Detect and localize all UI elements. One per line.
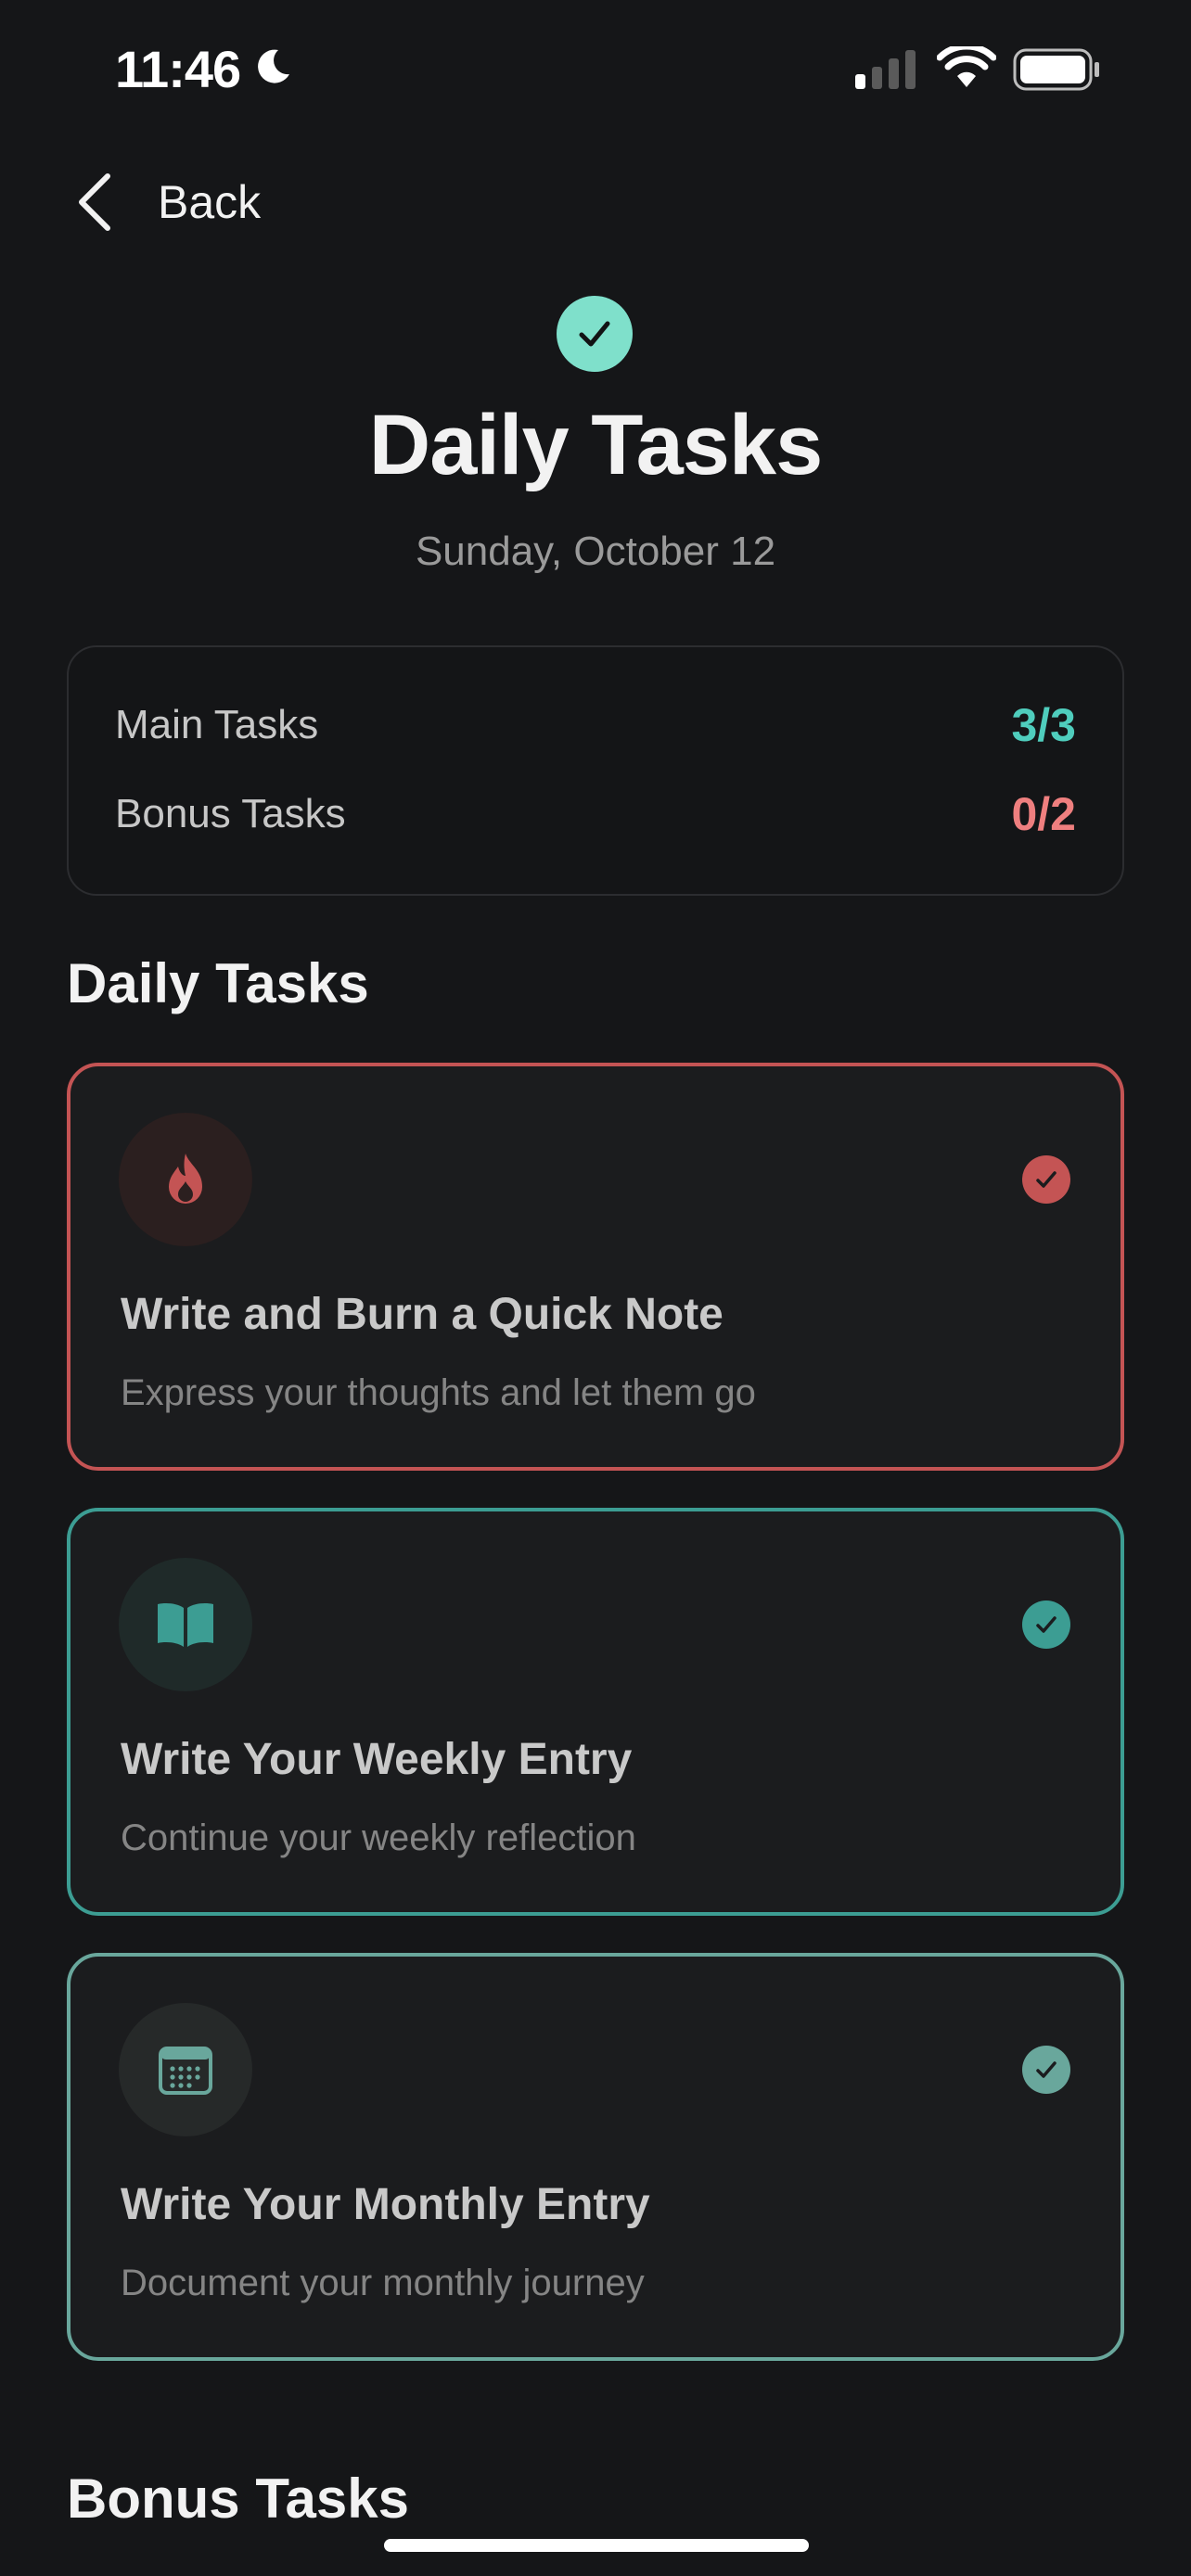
status-bar: 11:46	[0, 0, 1191, 139]
task-title: Write Your Weekly Entry	[121, 1735, 633, 1784]
task-card-weekly-entry[interactable]: Write Your Weekly Entry Continue your we…	[67, 1508, 1124, 1916]
completed-check-icon	[557, 296, 633, 372]
status-time: 11:46	[115, 40, 241, 98]
battery-icon	[1013, 48, 1099, 91]
task-card-quick-note[interactable]: Write and Burn a Quick Note Express your…	[67, 1063, 1124, 1471]
main-tasks-count: 3/3	[1011, 699, 1076, 751]
task-summary-card: Main Tasks 3/3 Bonus Tasks 0/2	[67, 645, 1124, 896]
task-title: Write Your Monthly Entry	[121, 2180, 650, 2229]
main-tasks-row: Main Tasks 3/3	[115, 697, 1076, 753]
chevron-left-icon	[79, 173, 110, 231]
section-title-bonus: Bonus Tasks	[67, 2468, 409, 2530]
back-button[interactable]: Back	[72, 167, 295, 237]
back-label: Back	[158, 176, 262, 228]
task-complete-check-icon[interactable]	[1022, 1155, 1070, 1204]
page-date: Sunday, October 12	[415, 529, 776, 574]
wifi-icon	[937, 46, 996, 87]
task-title: Write and Burn a Quick Note	[121, 1290, 724, 1339]
cellular-signal-icon	[855, 50, 916, 89]
page-title: Daily Tasks	[368, 398, 824, 492]
task-complete-check-icon[interactable]	[1022, 2046, 1070, 2094]
flame-icon	[119, 1113, 252, 1246]
task-description: Express your thoughts and let them go	[121, 1372, 756, 1413]
section-title-daily: Daily Tasks	[67, 952, 369, 1014]
bonus-tasks-count: 0/2	[1011, 788, 1076, 840]
task-card-monthly-entry[interactable]: Write Your Monthly Entry Document your m…	[67, 1953, 1124, 2361]
bonus-tasks-label: Bonus Tasks	[115, 791, 346, 836]
moon-icon	[258, 49, 289, 83]
home-indicator[interactable]	[384, 2539, 809, 2552]
open-book-icon	[119, 1558, 252, 1691]
calendar-icon	[119, 2003, 252, 2136]
task-description: Continue your weekly reflection	[121, 1817, 636, 1858]
task-complete-check-icon[interactable]	[1022, 1600, 1070, 1649]
task-description: Document your monthly journey	[121, 2263, 645, 2303]
main-tasks-label: Main Tasks	[115, 702, 319, 747]
bonus-tasks-row: Bonus Tasks 0/2	[115, 786, 1076, 842]
